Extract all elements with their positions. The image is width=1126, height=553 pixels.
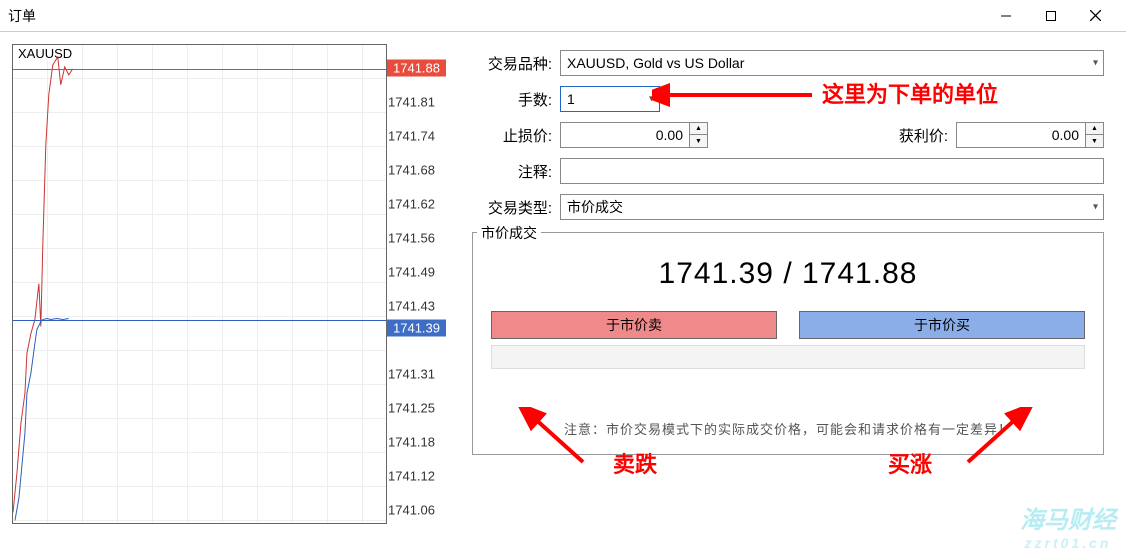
arrow-down-icon[interactable]: ▼: [1086, 135, 1103, 147]
y-tick: 1741.31: [388, 367, 435, 382]
ask-line: [13, 69, 386, 70]
y-tick: 1741.43: [388, 299, 435, 314]
arrow-up-icon[interactable]: ▲: [1086, 123, 1103, 135]
y-tick: 1741.12: [388, 469, 435, 484]
arrow-down-icon[interactable]: ▼: [690, 135, 707, 147]
stoploss-input[interactable]: [560, 122, 690, 148]
stoploss-stepper[interactable]: ▲ ▼: [690, 122, 708, 148]
chart-panel: XAUUSD 1741.81 1741.74 1741.68 1741.62 1…: [0, 32, 458, 553]
market-execution-box: 市价成交 1741.39 / 1741.88 于市价卖 于市价买 注意：市价交易…: [472, 232, 1104, 455]
lots-label: 手数:: [472, 89, 552, 110]
y-tick: 1741.18: [388, 435, 435, 450]
sell-button[interactable]: 于市价卖: [491, 311, 777, 339]
comment-input[interactable]: [560, 158, 1104, 184]
y-tick: 1741.49: [388, 265, 435, 280]
comment-label: 注释:: [472, 161, 552, 182]
price-chart[interactable]: XAUUSD: [12, 44, 387, 524]
close-button[interactable]: [1073, 1, 1118, 31]
bid-ask-display: 1741.39 / 1741.88: [491, 257, 1085, 291]
notice-text: 注意：市价交易模式下的实际成交价格，可能会和请求价格有一定差异！: [491, 419, 1085, 438]
buy-button[interactable]: 于市价买: [799, 311, 1085, 339]
takeprofit-label: 获利价:: [899, 125, 948, 146]
arrow-up-icon[interactable]: ▲: [690, 123, 707, 135]
y-axis: 1741.81 1741.74 1741.68 1741.62 1741.56 …: [388, 44, 458, 524]
title-bar: 订单: [0, 0, 1126, 32]
annotation-sell: 卖跌: [613, 447, 657, 479]
stoploss-label: 止损价:: [472, 125, 552, 146]
maximize-button[interactable]: [1028, 1, 1073, 31]
y-tick: 1741.81: [388, 95, 435, 110]
symbol-label: 交易品种:: [472, 53, 552, 74]
takeprofit-stepper[interactable]: ▲ ▼: [1086, 122, 1104, 148]
type-label: 交易类型:: [472, 197, 552, 218]
y-tick: 1741.06: [388, 503, 435, 518]
minimize-button[interactable]: [983, 1, 1028, 31]
minimize-icon: [1001, 11, 1011, 21]
annotation-buy: 买涨: [888, 447, 932, 479]
y-tick: 1741.62: [388, 197, 435, 212]
takeprofit-input[interactable]: [956, 122, 1086, 148]
y-tick: 1741.74: [388, 129, 435, 144]
chart-lines: [13, 45, 386, 522]
bid-price-tag: 1741.39: [387, 320, 446, 337]
status-bar: [491, 345, 1085, 369]
lots-input[interactable]: [560, 86, 660, 112]
bid-line: [13, 320, 386, 321]
y-tick: 1741.68: [388, 163, 435, 178]
y-tick: 1741.56: [388, 231, 435, 246]
close-icon: [1090, 10, 1101, 21]
symbol-select[interactable]: XAUUSD, Gold vs US Dollar: [560, 50, 1104, 76]
annotation-lots: 这里为下单的单位: [822, 77, 998, 109]
ask-price-tag: 1741.88: [387, 60, 446, 77]
y-tick: 1741.25: [388, 401, 435, 416]
maximize-icon: [1046, 11, 1056, 21]
order-form: 交易品种: XAUUSD, Gold vs US Dollar ▾ 手数: ▾ …: [458, 32, 1126, 553]
market-legend: 市价成交: [477, 223, 541, 243]
window-title: 订单: [8, 6, 983, 26]
order-type-select[interactable]: 市价成交: [560, 194, 1104, 220]
